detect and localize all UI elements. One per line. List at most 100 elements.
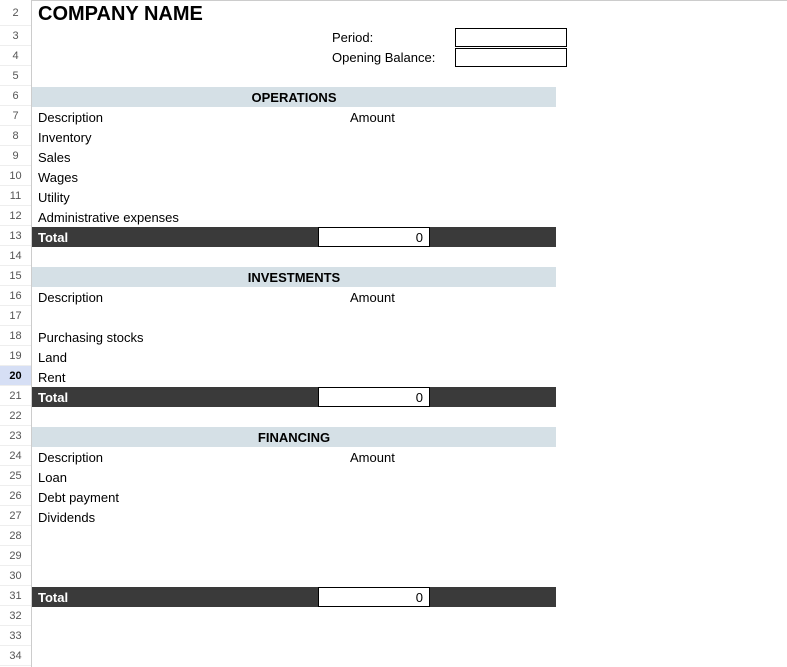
financing-item[interactable]: [32, 527, 787, 547]
row-header[interactable]: 23: [0, 426, 31, 446]
period-input[interactable]: [455, 28, 567, 47]
financing-item[interactable]: [32, 567, 787, 587]
operations-total-row[interactable]: Total 0: [32, 227, 556, 247]
financing-item[interactable]: Loan: [32, 467, 787, 487]
row-header[interactable]: 19: [0, 346, 31, 366]
item-label: Administrative expenses: [38, 210, 179, 225]
financing-item[interactable]: Debt payment: [32, 487, 787, 507]
row-header[interactable]: 9: [0, 146, 31, 166]
spreadsheet: 2 3 4 5 6 7 8 9 10 11 12 13 14 15 16 17 …: [0, 0, 787, 667]
empty-row[interactable]: [32, 247, 787, 267]
operations-total-value[interactable]: 0: [318, 227, 430, 247]
row-header[interactable]: 28: [0, 526, 31, 546]
col-amount: Amount: [350, 110, 395, 125]
investments-total-value[interactable]: 0: [318, 387, 430, 407]
period-row[interactable]: Period:: [32, 27, 787, 47]
investments-item[interactable]: Rent: [32, 367, 787, 387]
sheet-content[interactable]: COMPANY NAME Period: Opening Balance: OP…: [32, 0, 787, 667]
row-header[interactable]: 13: [0, 226, 31, 246]
row-header[interactable]: 6: [0, 86, 31, 106]
financing-total-value[interactable]: 0: [318, 587, 430, 607]
empty-row[interactable]: [32, 607, 787, 627]
row-header[interactable]: 17: [0, 306, 31, 326]
row-header[interactable]: 8: [0, 126, 31, 146]
col-amount: Amount: [350, 290, 395, 305]
row-header[interactable]: 14: [0, 246, 31, 266]
investments-item[interactable]: Land: [32, 347, 787, 367]
financing-item[interactable]: Dividends: [32, 507, 787, 527]
row-header[interactable]: 33: [0, 626, 31, 646]
row-header[interactable]: 32: [0, 606, 31, 626]
row-header[interactable]: 30: [0, 566, 31, 586]
total-tail: [430, 587, 556, 607]
empty-row[interactable]: [32, 647, 787, 667]
item-label: Dividends: [38, 510, 95, 525]
item-label: Purchasing stocks: [38, 330, 144, 345]
item-label: Inventory: [38, 130, 91, 145]
investments-total-row[interactable]: Total 0: [32, 387, 556, 407]
row-header[interactable]: 4: [0, 46, 31, 66]
empty-row[interactable]: [32, 627, 787, 647]
total-tail: [430, 227, 556, 247]
row-header[interactable]: 27: [0, 506, 31, 526]
operations-item[interactable]: Utility: [32, 187, 787, 207]
row-header[interactable]: 5: [0, 66, 31, 86]
item-label: Wages: [38, 170, 78, 185]
financing-total-row[interactable]: Total 0: [32, 587, 556, 607]
investments-item[interactable]: [32, 307, 787, 327]
period-label: Period:: [332, 30, 373, 45]
row-header[interactable]: 11: [0, 186, 31, 206]
total-label: Total: [32, 387, 318, 407]
financing-item[interactable]: [32, 547, 787, 567]
col-description: Description: [32, 450, 350, 465]
investments-columns[interactable]: Description Amount: [32, 287, 787, 307]
item-label: Loan: [38, 470, 67, 485]
item-label: Debt payment: [38, 490, 119, 505]
col-description: Description: [32, 290, 350, 305]
total-label: Total: [32, 227, 318, 247]
row-header[interactable]: 16: [0, 286, 31, 306]
investments-header: INVESTMENTS: [32, 267, 556, 287]
item-label: Land: [38, 350, 67, 365]
row-header[interactable]: 12: [0, 206, 31, 226]
row-header[interactable]: 7: [0, 106, 31, 126]
opening-row[interactable]: Opening Balance:: [32, 47, 787, 67]
row-header[interactable]: 10: [0, 166, 31, 186]
row-header[interactable]: 34: [0, 646, 31, 666]
operations-item[interactable]: Wages: [32, 167, 787, 187]
operations-item[interactable]: Administrative expenses: [32, 207, 787, 227]
empty-row[interactable]: [32, 407, 787, 427]
operations-columns[interactable]: Description Amount: [32, 107, 787, 127]
item-label: Utility: [38, 190, 70, 205]
operations-item[interactable]: Inventory: [32, 127, 787, 147]
row-header[interactable]: 18: [0, 326, 31, 346]
row-header[interactable]: 21: [0, 386, 31, 406]
opening-balance-label: Opening Balance:: [332, 50, 435, 65]
row-header[interactable]: 2: [0, 0, 31, 26]
row-header[interactable]: 31: [0, 586, 31, 606]
row-header[interactable]: 22: [0, 406, 31, 426]
opening-balance-input[interactable]: [455, 48, 567, 67]
row-header[interactable]: 26: [0, 486, 31, 506]
col-description: Description: [32, 110, 350, 125]
row-header[interactable]: 24: [0, 446, 31, 466]
row-header[interactable]: 25: [0, 466, 31, 486]
total-label: Total: [32, 587, 318, 607]
row-header[interactable]: 3: [0, 26, 31, 46]
col-amount: Amount: [350, 450, 395, 465]
row-header[interactable]: 29: [0, 546, 31, 566]
investments-item[interactable]: Purchasing stocks: [32, 327, 787, 347]
row-header-active[interactable]: 20: [0, 366, 31, 386]
title-row[interactable]: COMPANY NAME: [32, 1, 787, 27]
company-title: COMPANY NAME: [38, 3, 203, 26]
item-label: Rent: [38, 370, 65, 385]
total-tail: [430, 387, 556, 407]
item-label: Sales: [38, 150, 71, 165]
row-header[interactable]: 15: [0, 266, 31, 286]
financing-header: FINANCING: [32, 427, 556, 447]
operations-header: OPERATIONS: [32, 87, 556, 107]
row-headers: 2 3 4 5 6 7 8 9 10 11 12 13 14 15 16 17 …: [0, 0, 32, 667]
financing-columns[interactable]: Description Amount: [32, 447, 787, 467]
operations-item[interactable]: Sales: [32, 147, 787, 167]
empty-row[interactable]: [32, 67, 787, 87]
